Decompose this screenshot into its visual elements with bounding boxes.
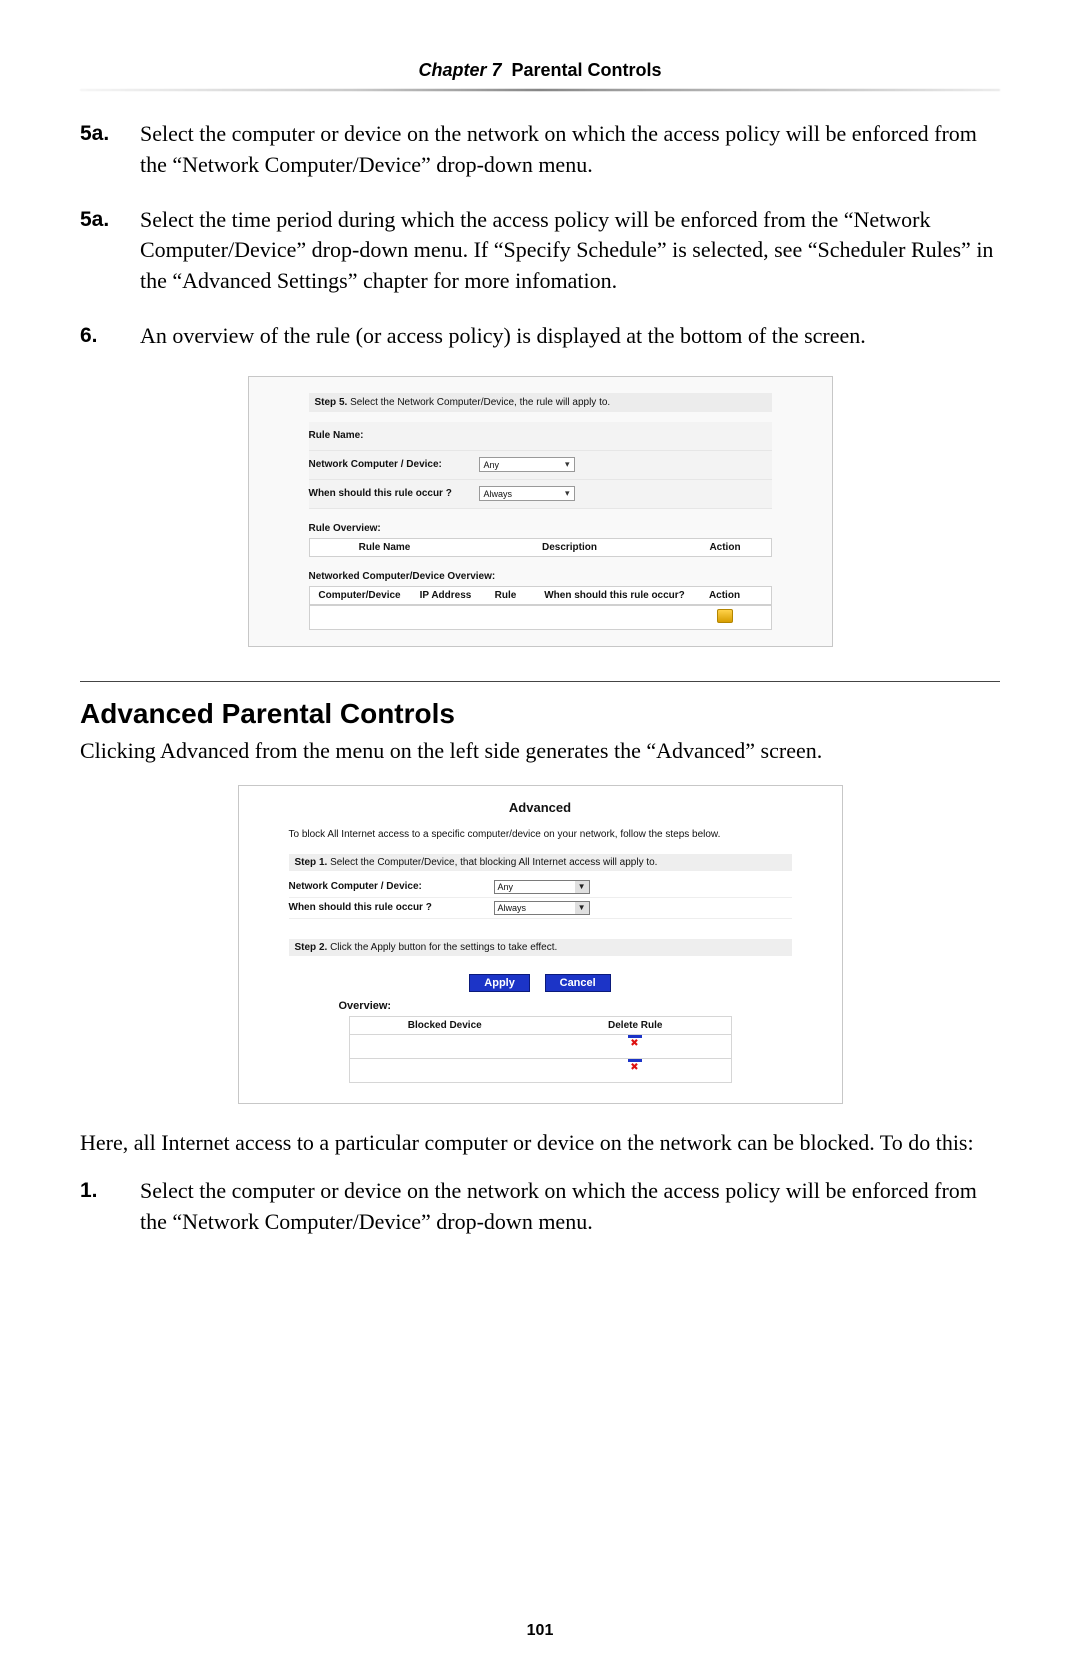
device-select[interactable]: Any ▾	[479, 457, 575, 472]
after-figure2-text: Here, all Internet access to a particula…	[80, 1128, 1000, 1159]
step-item: 6. An overview of the rule (or access po…	[80, 321, 1000, 352]
when-select[interactable]: Always ▾	[479, 486, 575, 501]
page-number: 101	[0, 1622, 1080, 1640]
advanced-step2-band: Step 2. Click the Apply button for the s…	[289, 939, 792, 956]
step-number: 1.	[80, 1176, 126, 1238]
chevron-down-icon: ▼	[578, 903, 586, 912]
apply-button[interactable]: Apply	[469, 974, 530, 992]
step2-text: Click the Apply button for the settings …	[330, 942, 557, 953]
figure-advanced-panel: Advanced To block All Internet access to…	[238, 785, 843, 1104]
advanced-panel-intro: To block All Internet access to a specif…	[289, 829, 792, 840]
header-divider	[80, 89, 1000, 91]
device-overview-header: Computer/Device IP Address Rule When sho…	[309, 586, 772, 605]
chevron-down-icon: ▾	[565, 459, 570, 470]
device-row: Network Computer / Device: Any ▾	[309, 451, 772, 480]
col-rule-name: Rule Name	[310, 542, 460, 553]
step2-label: Step 2.	[295, 942, 328, 953]
col-ip: IP Address	[410, 590, 482, 601]
body: 5a. Select the computer or device on the…	[80, 119, 1000, 1238]
adv-when-label: When should this rule occur ?	[289, 902, 494, 913]
step-number: 5a.	[80, 205, 126, 297]
step-item: 5a. Select the time period during which …	[80, 205, 1000, 297]
col-delete-rule: Delete Rule	[540, 1020, 731, 1031]
step-number: 6.	[80, 321, 126, 352]
when-row: When should this rule occur ? Always ▾	[309, 480, 772, 509]
step5-text: Select the Network Computer/Device, the …	[350, 397, 610, 408]
step-item: 1. Select the computer or device on the …	[80, 1176, 1000, 1238]
rule-name-label: Rule Name:	[309, 428, 479, 443]
adv-device-select[interactable]: Any ▼	[494, 880, 590, 894]
figure-step5-header: Step 5. Select the Network Computer/Devi…	[309, 393, 772, 412]
device-overview-label: Networked Computer/Device Overview:	[309, 571, 772, 582]
step5-label: Step 5.	[315, 397, 348, 408]
device-label: Network Computer / Device:	[309, 457, 479, 472]
when-select-value: Always	[484, 489, 513, 499]
step1-label: Step 1.	[295, 857, 328, 868]
adv-device-value: Any	[498, 882, 514, 892]
adv-when-select[interactable]: Always ▼	[494, 901, 590, 915]
when-label: When should this rule occur ?	[309, 486, 479, 501]
rule-name-row: Rule Name:	[309, 422, 772, 451]
advanced-step1-band: Step 1. Select the Computer/Device, that…	[289, 854, 792, 871]
chapter-title: Parental Controls	[512, 60, 662, 80]
rule-name-value	[479, 434, 772, 438]
step-text: Select the computer or device on the net…	[140, 119, 1000, 181]
step-text: Select the time period during which the …	[140, 205, 1000, 297]
chevron-down-icon: ▾	[565, 488, 570, 499]
rule-overview-header: Rule Name Description Action	[309, 538, 772, 557]
rule-overview-label: Rule Overview:	[309, 523, 772, 534]
delete-icon[interactable]	[628, 1038, 642, 1052]
advanced-intro: Clicking Advanced from the menu on the l…	[80, 736, 1000, 767]
step-number: 5a.	[80, 119, 126, 181]
adv-overview-row	[349, 1035, 732, 1059]
col-action: Action	[700, 590, 750, 601]
col-description: Description	[460, 542, 680, 553]
step-text: Select the computer or device on the net…	[140, 1176, 1000, 1238]
adv-overview-label: Overview:	[339, 1000, 792, 1012]
adv-when-row: When should this rule occur ? Always ▼	[289, 898, 792, 919]
edit-icon[interactable]	[717, 609, 733, 623]
delete-icon[interactable]	[628, 1062, 642, 1076]
col-rule: Rule	[482, 590, 530, 601]
chapter-header: Chapter 7 Parental Controls	[80, 60, 1000, 81]
col-action: Action	[680, 542, 771, 553]
cancel-button[interactable]: Cancel	[545, 974, 611, 992]
figure-step5-panel: Step 5. Select the Network Computer/Devi…	[248, 376, 833, 647]
col-device: Computer/Device	[310, 590, 410, 601]
section-divider	[80, 681, 1000, 682]
step-text: An overview of the rule (or access polic…	[140, 321, 1000, 352]
adv-device-row: Network Computer / Device: Any ▼	[289, 877, 792, 898]
col-when: When should this rule occur?	[530, 590, 700, 601]
adv-overview-header: Blocked Device Delete Rule	[349, 1016, 732, 1035]
document-page: Chapter 7 Parental Controls 5a. Select t…	[0, 0, 1080, 1668]
adv-when-value: Always	[498, 903, 527, 913]
adv-device-label: Network Computer / Device:	[289, 881, 494, 892]
step-item: 5a. Select the computer or device on the…	[80, 119, 1000, 181]
button-bar: Apply Cancel	[289, 974, 792, 992]
advanced-panel-title: Advanced	[289, 800, 792, 815]
device-overview-row	[309, 605, 772, 630]
adv-overview-row	[349, 1059, 732, 1083]
device-select-value: Any	[484, 460, 500, 470]
col-blocked-device: Blocked Device	[350, 1020, 541, 1031]
chapter-prefix: Chapter 7	[418, 60, 501, 80]
chevron-down-icon: ▼	[578, 882, 586, 891]
advanced-heading: Advanced Parental Controls	[80, 698, 1000, 730]
step1-text: Select the Computer/Device, that blockin…	[330, 857, 657, 868]
